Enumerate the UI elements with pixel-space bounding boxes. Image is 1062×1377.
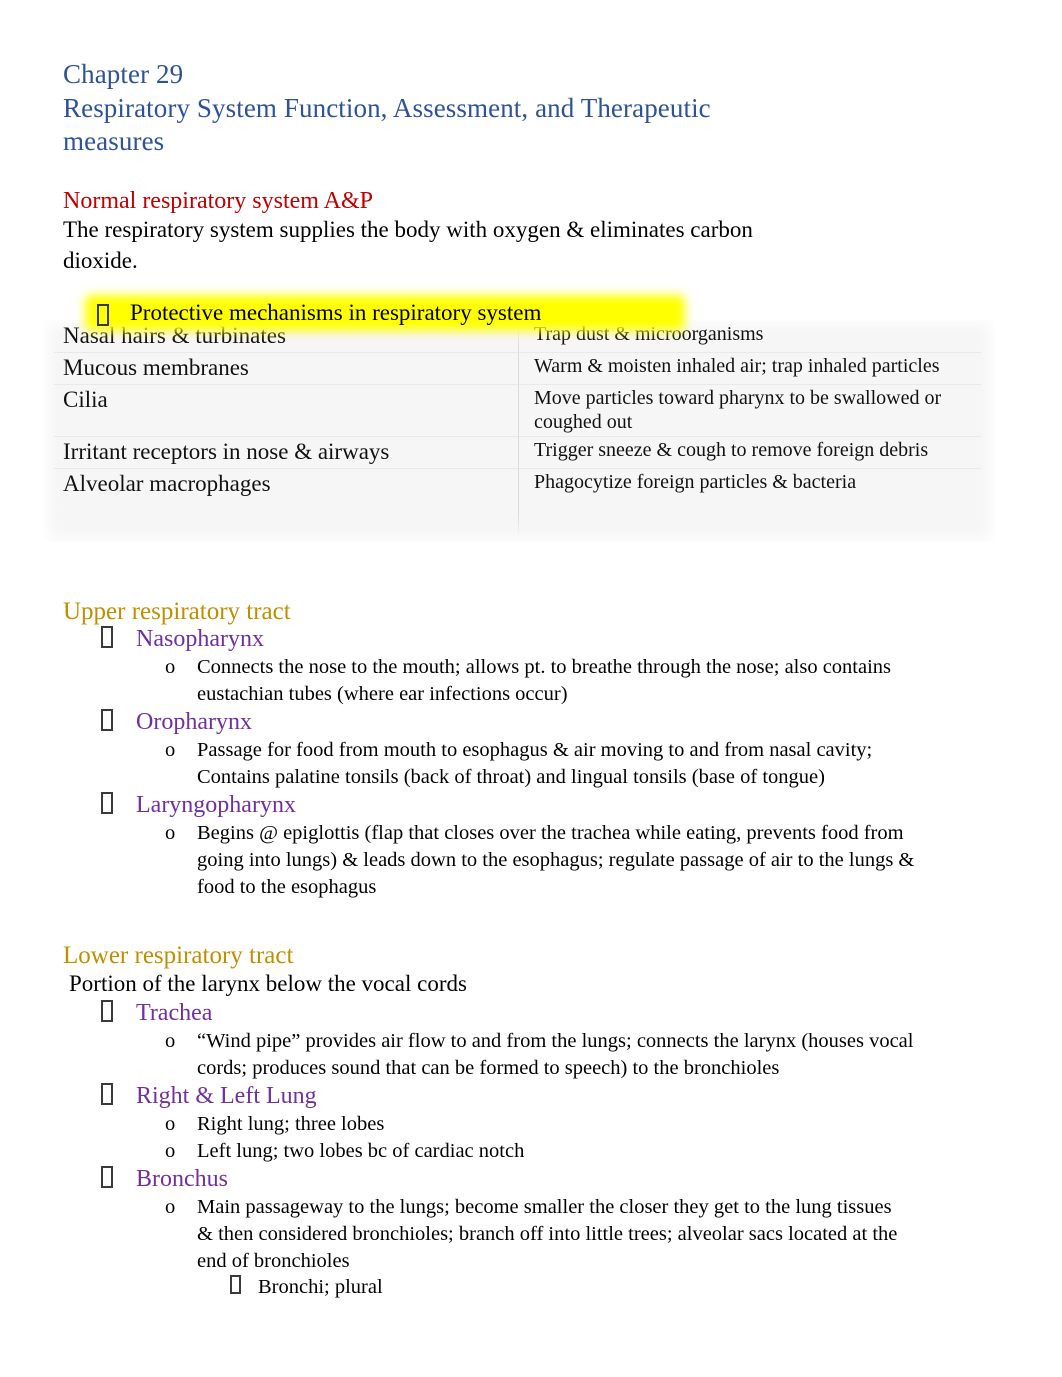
outline-subdetail: Bronchi; plural: [0, 1274, 1062, 1301]
protective-mechanisms-table: Nasal hairs & turbinates Trap dust & mic…: [44, 320, 995, 542]
table-cell-mechanism: Irritant receptors in nose & airways: [63, 439, 390, 464]
wingdings-bullet-icon: [101, 709, 113, 732]
document-page: Chapter 29 Respiratory System Function, …: [0, 0, 1062, 1377]
outline-subdetail-text: Bronchi; plural: [258, 1276, 383, 1299]
intro-paragraph: The respiratory system supplies the body…: [63, 217, 753, 273]
heading-upper-respiratory-tract: Upper respiratory tract: [63, 598, 291, 625]
outline-item-right-left-lung: Right & Left Lung: [0, 1081, 1062, 1111]
outline-detail: o Left lung; two lobes bc of cardiac not…: [0, 1138, 1062, 1165]
o-bullet-icon: o: [165, 1113, 176, 1136]
wingdings-bullet-icon: [230, 1275, 241, 1295]
outline-detail-text: Main passageway to the lungs; become sma…: [197, 1196, 903, 1272]
table-cell-function: Phagocytize foreign particles & bacteria: [534, 471, 857, 493]
highlighted-bullet-label: Protective mechanisms in respiratory sys…: [130, 300, 542, 325]
o-bullet-icon: o: [165, 1030, 176, 1052]
outline-item-trachea: Trachea: [0, 998, 1062, 1028]
outline-detail-text: Connects the nose to the mouth; allows p…: [197, 656, 897, 705]
outline-detail: o “Wind pipe” provides air flow to and f…: [0, 1028, 917, 1081]
table-cell-mechanism: Cilia: [63, 387, 108, 412]
outline-detail-text: Passage for food from mouth to esophagus…: [197, 739, 878, 788]
table-body: Nasal hairs & turbinates Trap dust & mic…: [44, 320, 995, 542]
table-cell-mechanism: Mucous membranes: [63, 355, 249, 380]
table-row: Irritant receptors in nose & airways Tri…: [44, 436, 995, 468]
wingdings-bullet-icon: [101, 1083, 113, 1106]
page-title: Chapter 29 Respiratory System Function, …: [63, 58, 963, 159]
heading-lower-respiratory-tract: Lower respiratory tract: [63, 942, 294, 969]
o-bullet-icon: o: [165, 656, 176, 678]
o-bullet-icon: o: [165, 739, 176, 762]
outline-detail-text: Begins @ epiglottis (flap that closes ov…: [197, 822, 920, 898]
wingdings-bullet-icon: [101, 1000, 113, 1022]
o-bullet-icon: o: [165, 822, 176, 845]
outline-detail: o Begins @ epiglottis (flap that closes …: [0, 820, 942, 900]
outline-detail: o Passage for food from mouth to esophag…: [0, 737, 937, 790]
table-row: Alveolar macrophages Phagocytize foreign…: [44, 468, 995, 500]
outline-upper-respiratory: Nasopharynx o Connects the nose to the m…: [0, 624, 1062, 900]
table-cell-function: Warm & moisten inhaled air; trap inhaled…: [534, 355, 940, 377]
table-cell-mechanism: Alveolar macrophages: [63, 471, 271, 496]
outline-item-bronchus: Bronchus: [0, 1164, 1062, 1194]
table-cell-function: Trigger sneeze & cough to remove foreign…: [534, 439, 929, 461]
outline-item-oropharynx: Oropharynx: [0, 707, 1062, 737]
outline-detail: o Main passageway to the lungs; become s…: [0, 1194, 907, 1274]
highlighted-bullet-protective-mechanisms: Protective mechanisms in respiratory sys…: [85, 295, 685, 331]
outline-detail: o Connects the nose to the mouth; allows…: [0, 654, 897, 707]
table-cell-function: Move particles toward pharynx to be swal…: [534, 387, 942, 433]
wingdings-bullet-icon: [101, 626, 113, 648]
wingdings-bullet-icon: [101, 1166, 113, 1189]
o-bullet-icon: o: [165, 1139, 176, 1162]
outline-detail-text: Left lung; two lobes bc of cardiac notch: [197, 1139, 525, 1162]
outline-item-label: Trachea: [136, 1000, 213, 1026]
outline-item-label: Bronchus: [136, 1166, 228, 1193]
outline-detail: o Right lung; three lobes: [0, 1111, 1062, 1138]
heading-normal-respiratory-system: Normal respiratory system A&P: [59, 188, 445, 217]
o-bullet-icon: o: [165, 1196, 176, 1219]
outline-item-label: Oropharynx: [136, 709, 252, 736]
lower-tract-lead-line: Portion of the larynx below the vocal co…: [69, 971, 467, 996]
title-line-3: measures: [63, 126, 165, 156]
table-row: Mucous membranes Warm & moisten inhaled …: [44, 352, 995, 384]
outline-item-nasopharynx: Nasopharynx: [0, 624, 1062, 654]
outline-detail-text: Right lung; three lobes: [197, 1113, 385, 1136]
title-line-2: Respiratory System Function, Assessment,…: [63, 92, 711, 123]
outline-item-laryngopharynx: Laryngopharynx: [0, 790, 1062, 820]
title-line-1: Chapter 29: [63, 59, 184, 89]
outline-detail-text: “Wind pipe” provides air flow to and fro…: [197, 1030, 919, 1079]
wingdings-bullet-icon: [97, 303, 109, 326]
outline-item-label: Laryngopharynx: [136, 792, 296, 819]
table-row: Cilia Move particles toward pharynx to b…: [44, 384, 995, 436]
outline-item-label: Right & Left Lung: [136, 1083, 317, 1110]
outline-lower-respiratory: Trachea o “Wind pipe” provides air flow …: [0, 998, 1062, 1301]
wingdings-bullet-icon: [101, 792, 113, 815]
outline-item-label: Nasopharynx: [136, 626, 264, 652]
